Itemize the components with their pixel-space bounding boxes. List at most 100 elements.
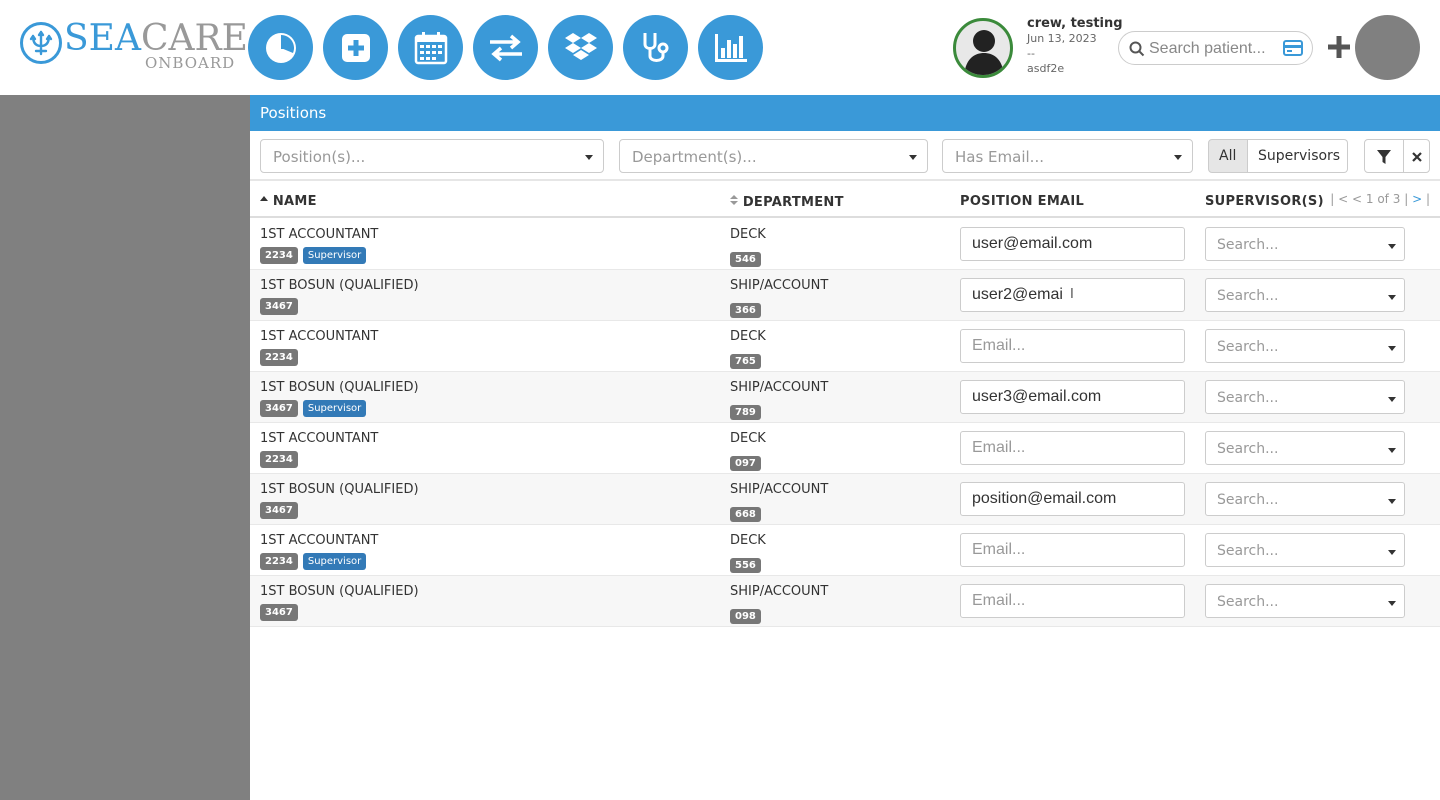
person-silhouette-icon	[964, 30, 1004, 75]
id-card-icon[interactable]	[1283, 40, 1303, 56]
position-email-input[interactable]	[960, 329, 1185, 363]
user-avatar[interactable]	[953, 18, 1013, 78]
department-code: 789	[730, 400, 761, 420]
department-code-badge: 789	[730, 405, 761, 420]
positions-filter-select[interactable]: Position(s)...	[260, 139, 604, 173]
positions-table-body: 1ST ACCOUNTANT2234SupervisorDECK546Searc…	[250, 219, 1440, 627]
nav-health-button[interactable]	[623, 15, 688, 80]
caret-down-icon	[1388, 550, 1396, 555]
nav-dashboard-button[interactable]	[248, 15, 313, 80]
supervisor-toggle-group: All Supervisors	[1208, 139, 1348, 173]
table-row[interactable]: 1ST BOSUN (QUALIFIED) 3467 SHIP/ACCOUNT 668…	[250, 474, 1440, 525]
position-email-input[interactable]	[960, 482, 1185, 516]
stethoscope-icon	[643, 32, 668, 62]
email-header: POSITION EMAIL	[960, 194, 1085, 209]
supervisors-toggle-button[interactable]: Supervisors	[1248, 139, 1348, 173]
position-email-input[interactable]	[960, 584, 1185, 618]
trident-icon	[20, 22, 62, 64]
sort-both-icon	[730, 195, 738, 205]
brand-subtitle: ONBOARD	[145, 54, 236, 72]
table-row[interactable]: 1ST ACCOUNTANT 2234 DECK 765 Search...	[250, 321, 1440, 372]
supervisor-select[interactable]: Search...	[1205, 482, 1405, 516]
position-email-input[interactable]	[960, 533, 1185, 567]
nav-reports-button[interactable]	[698, 15, 763, 80]
position-name: 1ST BOSUN (QUALIFIED)	[260, 482, 419, 497]
supervisor-select[interactable]: Search...	[1205, 431, 1405, 465]
department-filter-select[interactable]: Department(s)...	[619, 139, 928, 173]
position-email-input[interactable]	[960, 431, 1185, 465]
table-row[interactable]: 1ST BOSUN (QUALIFIED) 3467 SHIP/ACCOUNT 366…	[250, 270, 1440, 321]
all-toggle-button[interactable]: All	[1208, 139, 1248, 173]
table-row[interactable]: 1ST ACCOUNTANT 2234Supervisor DECK 556 Searc…	[250, 525, 1440, 576]
seacare-logo[interactable]: SEACARE ONBOARD	[20, 18, 248, 72]
nav-dropbox-button[interactable]	[548, 15, 613, 80]
sort-asc-icon	[260, 196, 268, 201]
supervisor-select[interactable]: Search...	[1205, 533, 1405, 567]
clear-filter-button[interactable]	[1403, 139, 1430, 173]
position-badges: 3467	[260, 604, 298, 621]
supervisor-select[interactable]: Search...	[1205, 227, 1405, 261]
user-date: Jun 13, 2023	[1027, 32, 1097, 45]
supervisor-select[interactable]: Search...	[1205, 278, 1405, 312]
first-page-link[interactable]: | <	[1330, 192, 1348, 206]
position-badges: 3467 Supervisor	[260, 400, 367, 417]
prev-page-link[interactable]: <	[1352, 192, 1362, 206]
add-icon[interactable]	[1325, 33, 1353, 61]
sort-name-header[interactable]: NAME	[260, 194, 317, 209]
department-code: 765	[730, 349, 761, 369]
position-badges: 2234	[260, 349, 298, 366]
next-page-link[interactable]: >	[1412, 192, 1422, 206]
department-code-badge: 546	[730, 252, 761, 267]
supervisor-select[interactable]: Search...	[1205, 584, 1405, 618]
position-badges: 3467	[260, 298, 298, 315]
department-code-badge: 097	[730, 456, 761, 471]
supervisor-select[interactable]: Search...	[1205, 329, 1405, 363]
department-code: 546	[730, 247, 761, 267]
sidebar	[0, 95, 250, 800]
caret-down-icon	[909, 155, 917, 160]
patient-search	[1118, 31, 1313, 65]
department-name: SHIP/ACCOUNT	[730, 380, 829, 395]
patient-search-input[interactable]	[1149, 38, 1279, 60]
text-cursor-icon: I	[1070, 287, 1074, 302]
nav-medical-button[interactable]	[323, 15, 388, 80]
user-name: crew, testing	[1027, 16, 1123, 31]
supervisor-badge: Supervisor	[302, 553, 367, 570]
table-header: NAME DEPARTMENT POSITION EMAIL SUPERVISO…	[250, 181, 1440, 218]
sort-department-header[interactable]: DEPARTMENT	[730, 194, 844, 210]
nav-transfer-button[interactable]	[473, 15, 538, 80]
table-row[interactable]: 1ST BOSUN (QUALIFIED) 3467 Supervisor SHIP/…	[250, 372, 1440, 423]
department-code: 668	[730, 502, 761, 522]
position-badges: 3467	[260, 502, 298, 519]
user-status: --	[1027, 47, 1035, 60]
apply-filter-button[interactable]	[1364, 139, 1404, 173]
department-name: DECK	[730, 329, 766, 344]
position-code-badge: 2234	[260, 553, 298, 570]
table-row[interactable]: 1ST BOSUN (QUALIFIED) 3467 SHIP/ACCOUNT 098…	[250, 576, 1440, 627]
department-code: 366	[730, 298, 761, 318]
supervisors-header: SUPERVISOR(S)	[1205, 194, 1324, 209]
table-row[interactable]: 1ST ACCOUNTANT 2234Supervisor DECK 546 Searc…	[250, 219, 1440, 270]
last-page-link[interactable]: |	[1426, 192, 1430, 206]
position-badges: 2234 Supervisor	[260, 247, 367, 264]
caret-down-icon	[1388, 397, 1396, 402]
profile-menu-button[interactable]	[1355, 15, 1420, 80]
department-code-badge: 366	[730, 303, 761, 318]
top-header: SEACARE ONBOARD crew, testing Jun 13, 20…	[0, 0, 1440, 95]
department-name: DECK	[730, 533, 766, 548]
page-title: Positions	[250, 95, 1440, 131]
table-row[interactable]: 1ST ACCOUNTANT 2234 DECK 097 Search...	[250, 423, 1440, 474]
position-email-input[interactable]	[960, 227, 1185, 261]
medical-plus-icon	[341, 33, 370, 62]
position-code-badge: 3467	[260, 604, 298, 621]
supervisor-select[interactable]: Search...	[1205, 380, 1405, 414]
department-code-badge: 668	[730, 507, 761, 522]
caret-down-icon	[585, 155, 593, 160]
nav-calendar-button[interactable]	[398, 15, 463, 80]
position-name: 1ST ACCOUNTANT	[260, 329, 379, 344]
caret-down-icon	[1388, 295, 1396, 300]
has-email-filter-select[interactable]: Has Email...	[942, 139, 1193, 173]
department-code-badge: 765	[730, 354, 761, 369]
user-info: crew, testing Jun 13, 2023 -- asdf2e	[1027, 16, 1123, 76]
position-email-input[interactable]	[960, 380, 1185, 414]
